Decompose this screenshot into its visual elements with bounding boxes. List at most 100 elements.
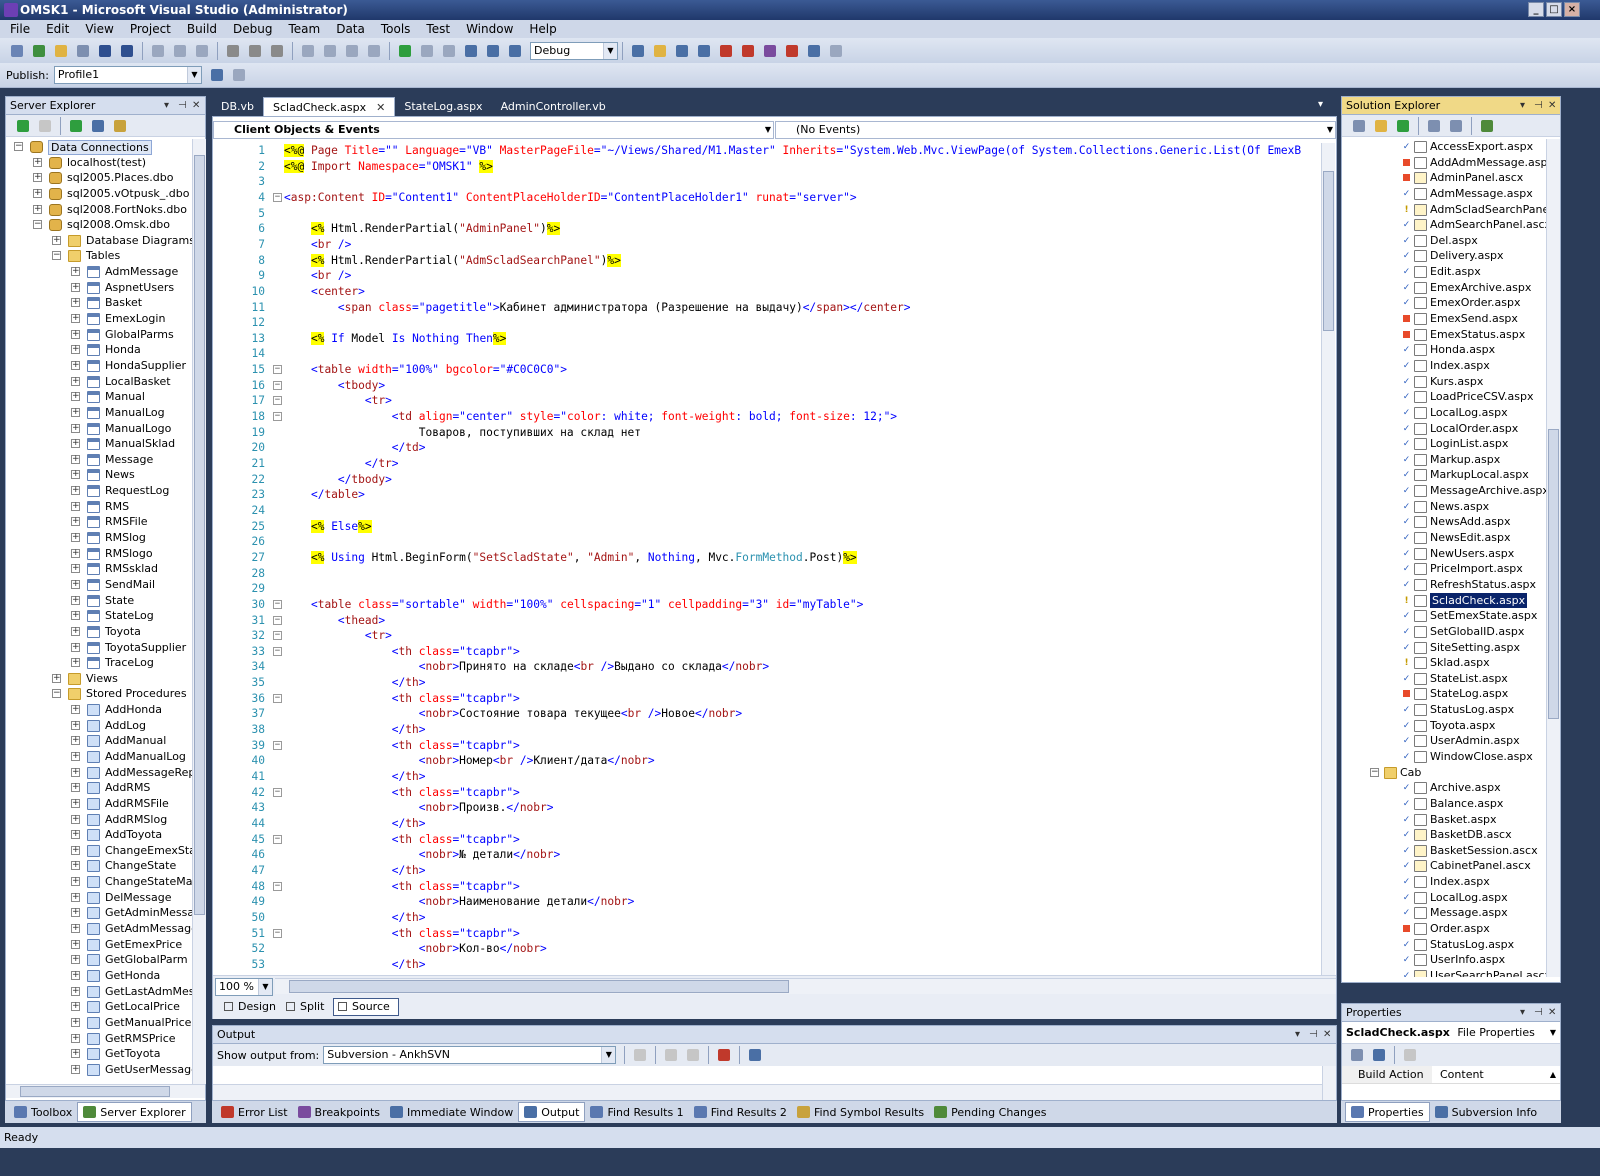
code-line[interactable]: 47 </th> — [213, 863, 1321, 879]
tree-node[interactable]: + News — [6, 467, 192, 483]
tree-node[interactable]: + GetManualPrice — [6, 1015, 192, 1031]
tree-node[interactable]: + sql2005.vOtpusk_.dbo — [6, 186, 192, 202]
collapse-region-icon[interactable]: − — [273, 787, 282, 797]
collapse-icon[interactable]: − — [1370, 767, 1379, 777]
categorized-icon[interactable] — [1348, 1046, 1366, 1064]
tab-subversion-info[interactable]: Subversion Info — [1430, 1102, 1543, 1122]
expand-icon[interactable]: + — [71, 579, 80, 589]
tree-node[interactable]: + AddToyota — [6, 827, 192, 843]
tree-node[interactable]: + Basket — [6, 295, 192, 311]
minimize-button[interactable]: _ — [1528, 2, 1544, 17]
code-line[interactable]: 21 </tr> — [213, 456, 1321, 472]
window-position-icon[interactable]: ▾ — [164, 97, 169, 115]
expand-icon[interactable]: + — [71, 329, 80, 339]
tree-node[interactable]: + Manual — [6, 389, 192, 405]
expand-icon[interactable]: + — [71, 470, 80, 480]
expand-icon[interactable]: + — [71, 705, 80, 715]
tree-node[interactable]: + GetGlobalParm — [6, 952, 192, 968]
tree-node[interactable]: + State — [6, 593, 192, 609]
solution-item[interactable]: AddAdmMessage.aspx — [1342, 155, 1546, 171]
tree-node[interactable]: + sql2008.FortNoks.dbo — [6, 202, 192, 218]
code-line[interactable]: 16− <tbody> — [213, 378, 1321, 394]
close-panel-icon[interactable]: ✕ — [1323, 1026, 1331, 1044]
extension-manager-icon[interactable] — [761, 42, 779, 60]
scrollbar-thumb[interactable] — [289, 980, 789, 993]
solution-item[interactable]: ✓ Archive.aspx — [1342, 780, 1546, 796]
code-line[interactable]: 44 </th> — [213, 816, 1321, 832]
document-tab[interactable]: DB.vb — [212, 97, 263, 116]
code-line[interactable]: 31− <thead> — [213, 613, 1321, 629]
code-line[interactable]: 36− <th class="tcapbr"> — [213, 691, 1321, 707]
source-view-tab[interactable]: Source — [333, 998, 399, 1016]
properties-icon[interactable] — [1350, 117, 1368, 135]
code-line[interactable]: 41 </th> — [213, 769, 1321, 785]
expand-icon[interactable]: + — [33, 188, 42, 198]
refresh-icon[interactable] — [14, 117, 32, 135]
code-line[interactable]: 43 <nobr>Произв.</nobr> — [213, 800, 1321, 816]
solution-item[interactable]: ✓ EmexOrder.aspx — [1342, 295, 1546, 311]
code-line[interactable]: 8 <% Html.RenderPartial("AdmScladSearchP… — [213, 253, 1321, 269]
menu-view[interactable]: View — [77, 20, 121, 38]
publish-settings-icon[interactable] — [230, 66, 248, 84]
next-message-icon[interactable] — [684, 1046, 702, 1064]
code-line[interactable]: 20 </td> — [213, 440, 1321, 456]
collapse-region-icon[interactable]: − — [273, 599, 282, 609]
solution-item[interactable]: ✓ NewsAdd.aspx — [1342, 514, 1546, 530]
code-line[interactable]: 6 <% Html.RenderPartial("AdminPanel")%> — [213, 221, 1321, 237]
scrollbar-thumb[interactable] — [1548, 429, 1559, 719]
output-vertical-scrollbar[interactable] — [1322, 1066, 1336, 1100]
expand-icon[interactable]: + — [71, 423, 80, 433]
solution-item[interactable]: ✓ EmexArchive.aspx — [1342, 280, 1546, 296]
solution-item[interactable]: ✓ StatusLog.aspx — [1342, 702, 1546, 718]
code-line[interactable]: 35 </th> — [213, 675, 1321, 691]
comment-icon[interactable] — [246, 42, 264, 60]
solution-item[interactable]: ✓ News.aspx — [1342, 499, 1546, 515]
solution-item[interactable]: ✓ Balance.aspx — [1342, 796, 1546, 812]
expand-icon[interactable]: + — [71, 595, 80, 605]
solution-item[interactable]: ✓ LocalLog.aspx — [1342, 405, 1546, 421]
collapse-icon[interactable]: − — [14, 142, 23, 151]
solution-item[interactable]: ✓ NewsEdit.aspx — [1342, 530, 1546, 546]
solution-item[interactable]: ✓ Toyota.aspx — [1342, 718, 1546, 734]
redo-icon[interactable] — [321, 42, 339, 60]
menu-build[interactable]: Build — [179, 20, 225, 38]
code-line[interactable]: 42− <th class="tcapbr"> — [213, 785, 1321, 801]
property-pages-icon[interactable] — [1401, 1046, 1419, 1064]
tree-node[interactable]: + EmexLogin — [6, 311, 192, 327]
connect-to-server-icon[interactable] — [89, 117, 107, 135]
expand-icon[interactable]: + — [71, 642, 80, 652]
collapse-icon[interactable]: − — [33, 220, 42, 230]
tree-node[interactable]: − sql2008.Omsk.dbo — [6, 217, 192, 233]
tree-node[interactable]: + localhost(test) — [6, 155, 192, 171]
tree-node[interactable]: + ManualLogo — [6, 421, 192, 437]
expand-icon[interactable]: + — [71, 314, 80, 324]
code-line[interactable]: 27 <% Using Html.BeginForm("SetScladStat… — [213, 550, 1321, 566]
solution-item[interactable]: ✓ Basket.aspx — [1342, 812, 1546, 828]
code-line[interactable]: 3 — [213, 174, 1321, 190]
collapse-region-icon[interactable]: − — [273, 412, 282, 422]
expand-icon[interactable]: + — [71, 611, 80, 621]
code-line[interactable]: 1 <%@ Page Title="" Language="VB" MasterP… — [213, 143, 1321, 159]
window-position-icon[interactable]: ▾ — [1520, 97, 1525, 115]
expand-icon[interactable]: + — [71, 345, 80, 355]
tree-node[interactable]: + GetAdminMessag — [6, 905, 192, 921]
solution-item[interactable]: ✓ Kurs.aspx — [1342, 374, 1546, 390]
toggle-word-wrap-icon[interactable] — [746, 1046, 764, 1064]
tree-node[interactable]: + GetRMSPrice — [6, 1031, 192, 1047]
tree-node[interactable]: + StateLog — [6, 608, 192, 624]
solution-item[interactable]: ✓ BasketDB.ascx — [1342, 827, 1546, 843]
open-file-icon[interactable] — [52, 42, 70, 60]
solution-item[interactable]: ✓ BasketSession.ascx — [1342, 843, 1546, 859]
tree-node[interactable]: + GlobalParms — [6, 327, 192, 343]
code-line[interactable]: 2 <%@ Import Namespace="OMSK1" %> — [213, 159, 1321, 175]
solution-item[interactable]: ✓ LocalLog.aspx — [1342, 890, 1546, 906]
navigate-forward-icon[interactable] — [365, 42, 383, 60]
code-line[interactable]: 52 <nobr>Кол-во</nobr> — [213, 941, 1321, 957]
menu-window[interactable]: Window — [458, 20, 521, 38]
expand-icon[interactable]: + — [71, 830, 80, 840]
code-line[interactable]: 50 </th> — [213, 910, 1321, 926]
code-line[interactable]: 23 </table> — [213, 487, 1321, 503]
save-all-icon[interactable] — [118, 42, 136, 60]
code-area[interactable]: 1 <%@ Page Title="" Language="VB" MasterP… — [213, 143, 1321, 975]
menu-file[interactable]: File — [2, 20, 38, 38]
